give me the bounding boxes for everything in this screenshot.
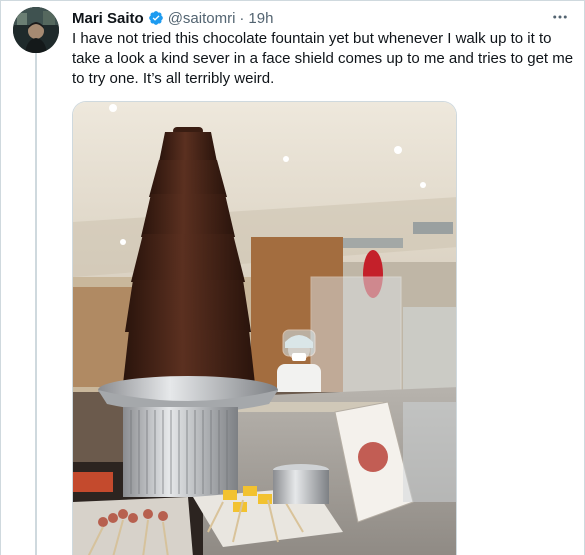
avatar[interactable]	[13, 7, 59, 53]
tweet-photo[interactable]	[72, 101, 457, 555]
tweet-card[interactable]: Mari Saito @saitomri · 19h I have not tr…	[0, 0, 585, 555]
tweet-header: Mari Saito @saitomri · 19h	[72, 8, 273, 28]
chocolate-fountain-photo	[73, 102, 456, 555]
more-horizontal-icon[interactable]	[548, 7, 572, 27]
user-handle[interactable]: @saitomri	[168, 10, 236, 27]
tweet-timestamp[interactable]: 19h	[248, 10, 273, 27]
display-name[interactable]: Mari Saito	[72, 10, 144, 27]
tweet-text: I have not tried this chocolate fountain…	[72, 30, 574, 87]
separator-dot: ·	[239, 9, 245, 27]
verified-badge-icon	[148, 10, 164, 26]
thread-line	[35, 53, 37, 555]
